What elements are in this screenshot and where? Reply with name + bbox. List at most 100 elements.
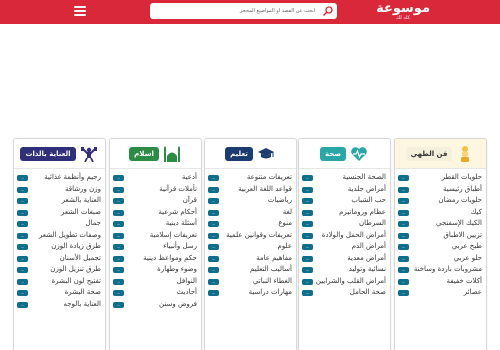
category-link[interactable]: حكم ومواعظ دينية...: [113, 253, 198, 265]
category-link[interactable]: أساليب التعليم...: [208, 264, 293, 276]
category-label: تفتيح لون البشرة: [51, 276, 101, 285]
category-label: قواعد اللغة العربية: [238, 184, 292, 193]
category-link[interactable]: النوافل...: [113, 276, 198, 288]
category-label: أدعية: [181, 173, 197, 181]
category-link[interactable]: منوع...: [208, 218, 293, 230]
category-link[interactable]: الغطاء النباتي...: [208, 276, 293, 288]
category-link[interactable]: أمراض الحمل والولادة...: [302, 230, 387, 242]
category-label: أسئلة دينية: [165, 219, 197, 227]
count-badge: ...: [17, 186, 28, 193]
search-button[interactable]: [319, 3, 337, 19]
category-link[interactable]: جمال...: [17, 218, 102, 230]
category-link[interactable]: صحة الحامل...: [302, 287, 387, 299]
category-link[interactable]: الكيك الإسفنجي...: [398, 218, 483, 230]
category-label: صحة الحامل: [349, 288, 386, 296]
category-link[interactable]: أمراض الدم...: [302, 241, 387, 253]
panel-title[interactable]: العناية بالذات: [20, 146, 76, 161]
category-link[interactable]: عصائر...: [398, 287, 483, 299]
panel-header[interactable]: العناية بالذات: [14, 139, 105, 169]
category-link[interactable]: أمراض جلدية...: [302, 184, 387, 196]
menu-icon[interactable]: [74, 6, 86, 16]
category-link[interactable]: السرطان...: [302, 218, 387, 230]
category-link[interactable]: طرق زيادة الوزن...: [17, 241, 102, 253]
count-badge: ...: [302, 244, 313, 250]
category-link[interactable]: حب الشباب...: [302, 195, 387, 207]
category-link[interactable]: لغة...: [208, 207, 293, 219]
panel-title[interactable]: صحة: [319, 146, 347, 161]
category-link[interactable]: تزيين الاطباق...: [398, 230, 483, 242]
category-label: أساليب التعليم: [250, 265, 292, 273]
category-link[interactable]: عظام وروماتيزم...: [302, 207, 387, 219]
search-icon: [323, 6, 333, 16]
category-label: صبغات الشعر: [61, 207, 101, 216]
count-badge: ...: [17, 290, 28, 296]
category-link[interactable]: قواعد اللغة العربية...: [208, 184, 293, 196]
category-label: أحكام شرعية: [158, 207, 197, 216]
category-link[interactable]: تجميل الأسنان...: [17, 253, 102, 265]
category-link[interactable]: أطباق رئيسية...: [398, 184, 483, 196]
category-label: حب الشباب: [351, 196, 386, 204]
count-badge: ...: [398, 186, 409, 193]
category-link[interactable]: العناية بالشعر...: [17, 195, 102, 207]
count-badge: ...: [302, 175, 313, 181]
category-link[interactable]: مهارات دراسية...: [208, 287, 293, 299]
category-label: طرق تنزيل الوزن: [50, 265, 101, 273]
category-label: أطباق رئيسية: [443, 184, 482, 193]
category-link[interactable]: حلو عربي...: [398, 253, 483, 265]
category-label: طرق زيادة الوزن: [51, 242, 101, 250]
category-link[interactable]: تفتيح لون البشرة...: [17, 276, 102, 288]
category-link[interactable]: مفاهيم عامة...: [208, 253, 293, 265]
category-link[interactable]: تأملات قرآنية...: [113, 184, 198, 196]
category-link[interactable]: أمراض القلب والشرايين...: [302, 276, 387, 288]
category-link[interactable]: وزن ورشاقة...: [17, 184, 102, 196]
category-link[interactable]: وصفات تطويل الشعر...: [17, 230, 102, 242]
logo-title: موسوعة: [376, 1, 430, 16]
category-link[interactable]: حلويات القطر...: [398, 172, 483, 184]
category-link[interactable]: مشروبات باردة وساخنة...: [398, 264, 483, 276]
category-link[interactable]: تعريفات إسلامية...: [113, 230, 198, 242]
category-list: حلويات القطر... أطباق رئيسية... حلويات رمض…: [395, 169, 486, 299]
category-link[interactable]: فروض وسنن...: [113, 299, 198, 311]
count-badge: ...: [208, 198, 219, 204]
category-link[interactable]: الصحة الجنسية...: [302, 172, 387, 184]
category-link[interactable]: تعريفات وقوانين علمية...: [208, 230, 293, 242]
category-link[interactable]: أمراض معدية...: [302, 253, 387, 265]
category-link[interactable]: صبغات الشعر...: [17, 207, 102, 219]
category-link[interactable]: رياضيات...: [208, 195, 293, 207]
count-badge: ...: [302, 290, 313, 296]
category-link[interactable]: طبخ عربي...: [398, 241, 483, 253]
category-link[interactable]: أكلات خفيفة...: [398, 276, 483, 288]
panel-title[interactable]: فن الطهي: [405, 146, 453, 161]
search-input[interactable]: [150, 3, 319, 19]
category-link[interactable]: وضوء وطهارة...: [113, 264, 198, 276]
panel-header[interactable]: فن الطهي: [395, 139, 486, 169]
category-link[interactable]: نسائية وتوليد...: [302, 264, 387, 276]
category-link[interactable]: أسئلة دينية...: [113, 218, 198, 230]
category-label: أمراض معدية: [347, 253, 386, 262]
category-link[interactable]: صحة البشرة...: [17, 287, 102, 299]
count-badge: ...: [302, 255, 313, 262]
category-link[interactable]: أدعية...: [113, 172, 198, 184]
panel-header[interactable]: تعليم: [205, 139, 296, 169]
category-link[interactable]: طرق تنزيل الوزن...: [17, 264, 102, 276]
panel-title[interactable]: تعليم: [225, 146, 253, 161]
category-link[interactable]: العناية بالوجه...: [17, 299, 102, 311]
count-badge: ...: [302, 267, 313, 273]
category-link[interactable]: رجيم وأنظمة غذائية...: [17, 172, 102, 184]
category-link[interactable]: أحكام شرعية...: [113, 207, 198, 219]
count-badge: ...: [398, 221, 409, 227]
category-link[interactable]: قرآن...: [113, 195, 198, 207]
panel-header[interactable]: اسلام: [110, 139, 201, 169]
category-label: منوع: [278, 219, 292, 227]
category-link[interactable]: حلويات رمضان...: [398, 195, 483, 207]
panel-title[interactable]: اسلام: [129, 146, 159, 161]
category-link[interactable]: تعريفات متنوعة...: [208, 172, 293, 184]
count-badge: ...: [17, 244, 28, 250]
category-link[interactable]: رسل وأنبياء...: [113, 241, 198, 253]
category-label: أحاديث: [176, 288, 197, 296]
site-logo[interactable]: موسوعة كله لك: [376, 2, 430, 22]
category-link[interactable]: كيك...: [398, 207, 483, 219]
panel-header[interactable]: صحة: [299, 139, 390, 169]
category-link[interactable]: علوم...: [208, 241, 293, 253]
category-link[interactable]: أحاديث...: [113, 287, 198, 299]
